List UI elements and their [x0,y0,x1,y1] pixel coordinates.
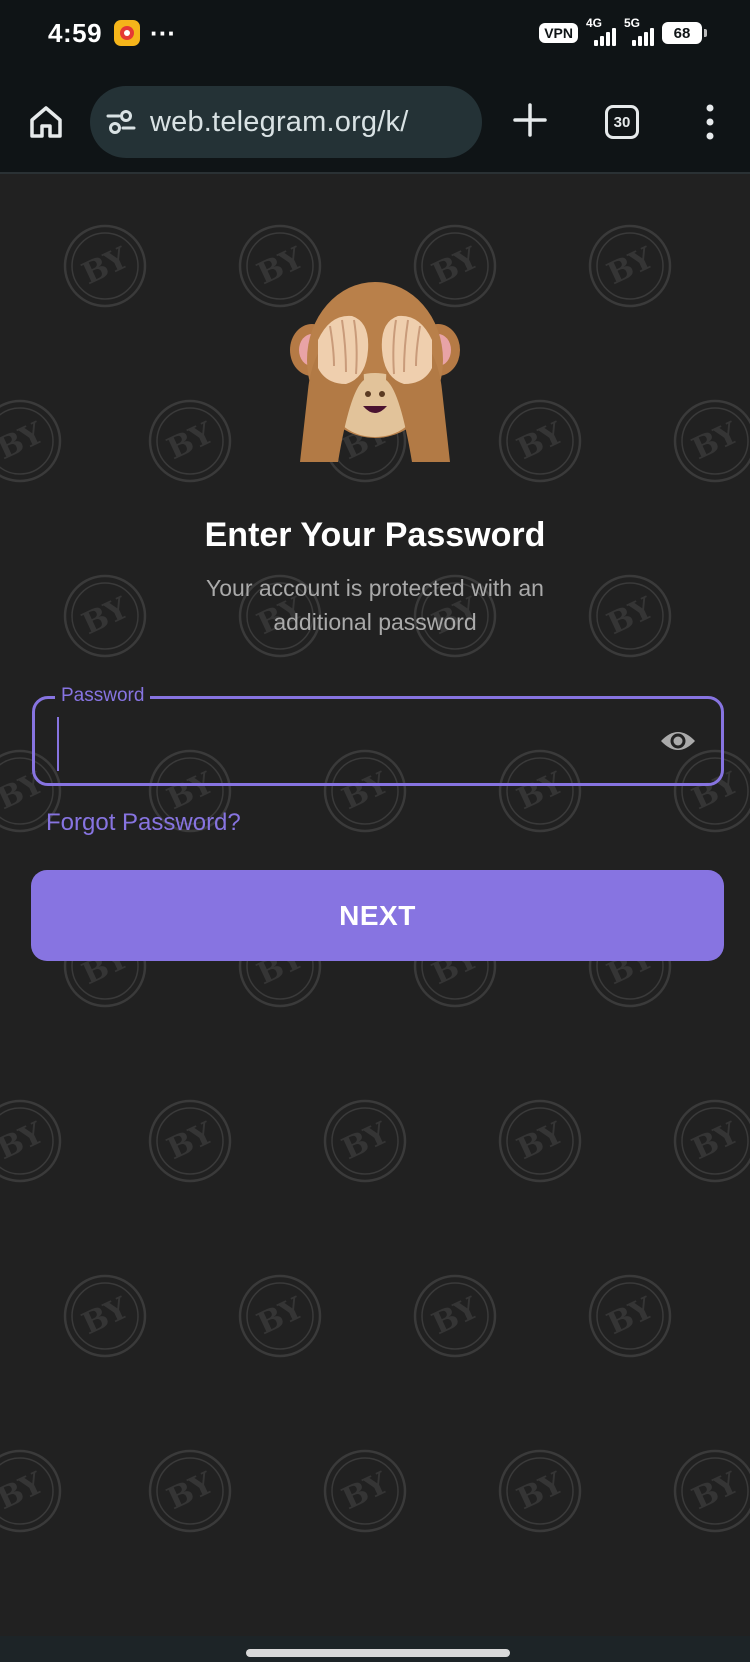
signal-5g-icon: 5G [624,16,654,46]
password-input[interactable] [63,715,643,771]
vpn-badge: VPN [539,23,578,43]
notification-app-icon [114,20,141,46]
page-title: Enter Your Password [204,516,546,554]
more-notifications-indicator: ··· [150,18,177,48]
network-type-5g: 5G [624,16,641,30]
next-button[interactable]: NEXT [31,870,724,961]
page-subtitle: Your account is protected with an additi… [206,575,544,635]
site-settings-icon[interactable] [106,107,136,137]
forgot-password-link[interactable]: Forgot Password? [46,809,241,837]
url-text[interactable]: web.telegram.org/k/ [150,106,408,139]
network-type-4g: 4G [586,16,603,30]
tab-count: 30 [613,113,631,131]
text-caret [57,717,59,771]
status-indicators: VPN 4G 5G 68 [539,16,707,46]
address-bar[interactable]: web.telegram.org/k/ [90,86,482,158]
more-vert-icon[interactable] [700,102,720,142]
password-label: Password [55,684,151,708]
monkey-covering-eyes-icon [290,282,460,462]
browser-toolbar: web.telegram.org/k/ 30 [0,66,750,174]
signal-4g-icon: 4G [586,16,616,46]
battery-icon: 68 [662,22,707,44]
eye-icon[interactable] [659,725,697,757]
plus-icon[interactable] [512,102,548,138]
status-bar: 4:59 ··· VPN 4G 5G 68 [0,0,750,66]
status-time: 4:59 [48,17,103,48]
gesture-navigation-bar[interactable] [246,1649,510,1657]
tabs-icon[interactable]: 30 [605,105,639,139]
home-icon[interactable] [26,102,66,142]
password-field[interactable]: Password [32,684,724,786]
